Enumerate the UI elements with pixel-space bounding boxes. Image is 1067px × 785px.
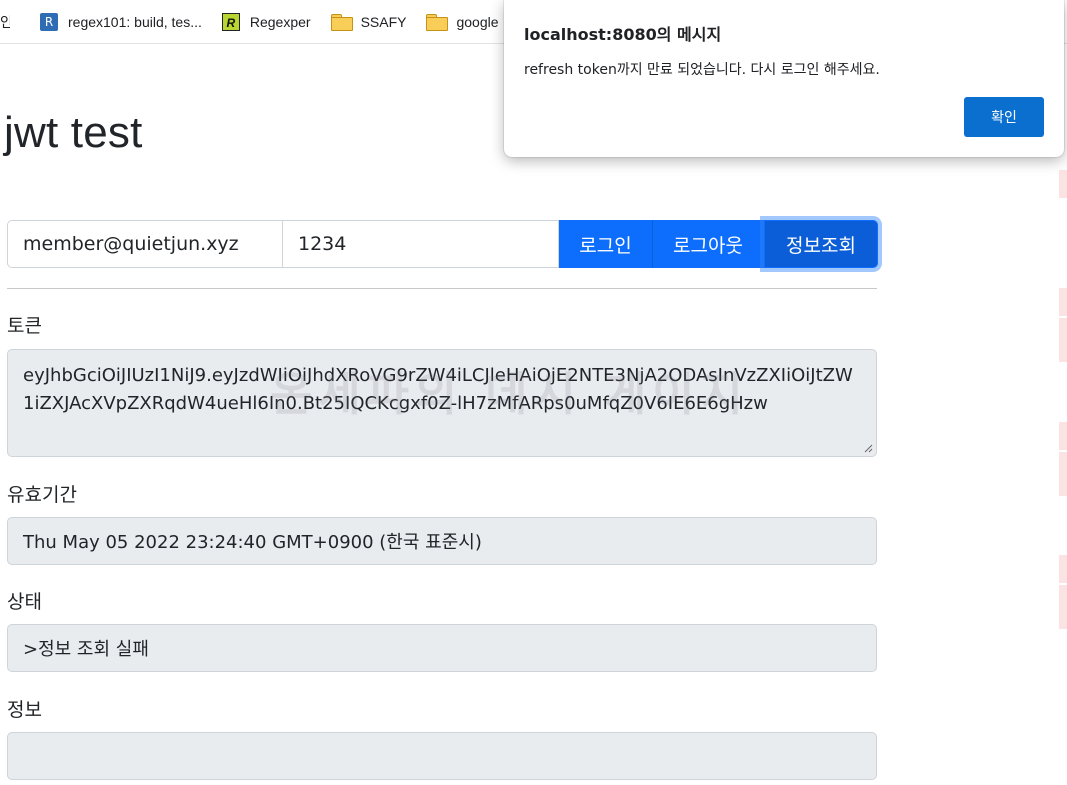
expiry-value: Thu May 05 2022 23:24:40 GMT+0900 (한국 표준… xyxy=(23,532,482,553)
background-side-strip xyxy=(1059,170,1067,690)
login-form: member@quietjun.xyz 1234 로그인 로그아웃 정보조회 xyxy=(7,220,878,268)
bookmark-regex101[interactable]: R regex101: build, tes... xyxy=(10,8,212,36)
folder-icon xyxy=(330,14,353,31)
bookmark-partial-label: 인 xyxy=(0,13,10,30)
bookmark-regexper-label: Regexper xyxy=(249,13,311,30)
email-input[interactable]: member@quietjun.xyz xyxy=(7,220,283,268)
info-query-button[interactable]: 정보조회 xyxy=(764,220,878,268)
divider xyxy=(7,288,877,289)
bookmark-ssafy-label: SSAFY xyxy=(360,13,407,30)
folder-icon xyxy=(426,14,449,31)
login-button[interactable]: 로그인 xyxy=(559,220,652,268)
token-value: eyJhbGciOiJIUzI1NiJ9.eyJzdWIiOiJhdXRoVG9… xyxy=(23,365,853,414)
bookmark-regex101-label: regex101: build, tes... xyxy=(68,13,202,30)
alert-dialog: localhost:8080의 메시지 refresh token까지 만료 되… xyxy=(504,0,1064,157)
resize-handle-icon[interactable] xyxy=(863,443,873,453)
password-value: 1234 xyxy=(298,233,347,255)
logout-button[interactable]: 로그아웃 xyxy=(652,220,764,268)
info-field[interactable] xyxy=(7,732,877,780)
dialog-ok-button[interactable]: 확인 xyxy=(964,97,1044,137)
status-label: 상태 xyxy=(7,591,42,613)
bookmark-regexper[interactable]: R Regexper xyxy=(221,8,321,36)
dialog-title: localhost:8080의 메시지 xyxy=(524,25,722,44)
dialog-message: refresh token까지 만료 되었습니다. 다시 로그인 해주세요. xyxy=(524,62,880,78)
expiry-field[interactable]: Thu May 05 2022 23:24:40 GMT+0900 (한국 표준… xyxy=(7,517,877,565)
bookmark-google-label: google xyxy=(456,13,499,30)
info-label: 정보 xyxy=(7,699,42,721)
expiry-label: 유효기간 xyxy=(7,484,77,506)
bookmark-ssafy[interactable]: SSAFY xyxy=(330,8,417,36)
bookmark-google[interactable]: google xyxy=(426,8,508,36)
token-textarea[interactable]: eyJhbGciOiJIUzI1NiJ9.eyJzdWIiOiJhdXRoVG9… xyxy=(7,349,877,457)
email-value: member@quietjun.xyz xyxy=(23,233,239,255)
regex101-icon: R xyxy=(40,12,58,31)
status-value: >정보 조회 실패 xyxy=(23,639,149,660)
status-field[interactable]: >정보 조회 실패 xyxy=(7,624,877,672)
token-label: 토큰 xyxy=(7,315,42,337)
regexper-icon: R xyxy=(221,12,240,31)
password-input[interactable]: 1234 xyxy=(283,220,559,268)
bookmark-partial[interactable]: 인 xyxy=(0,8,10,36)
page-title: jwt test xyxy=(4,108,143,157)
